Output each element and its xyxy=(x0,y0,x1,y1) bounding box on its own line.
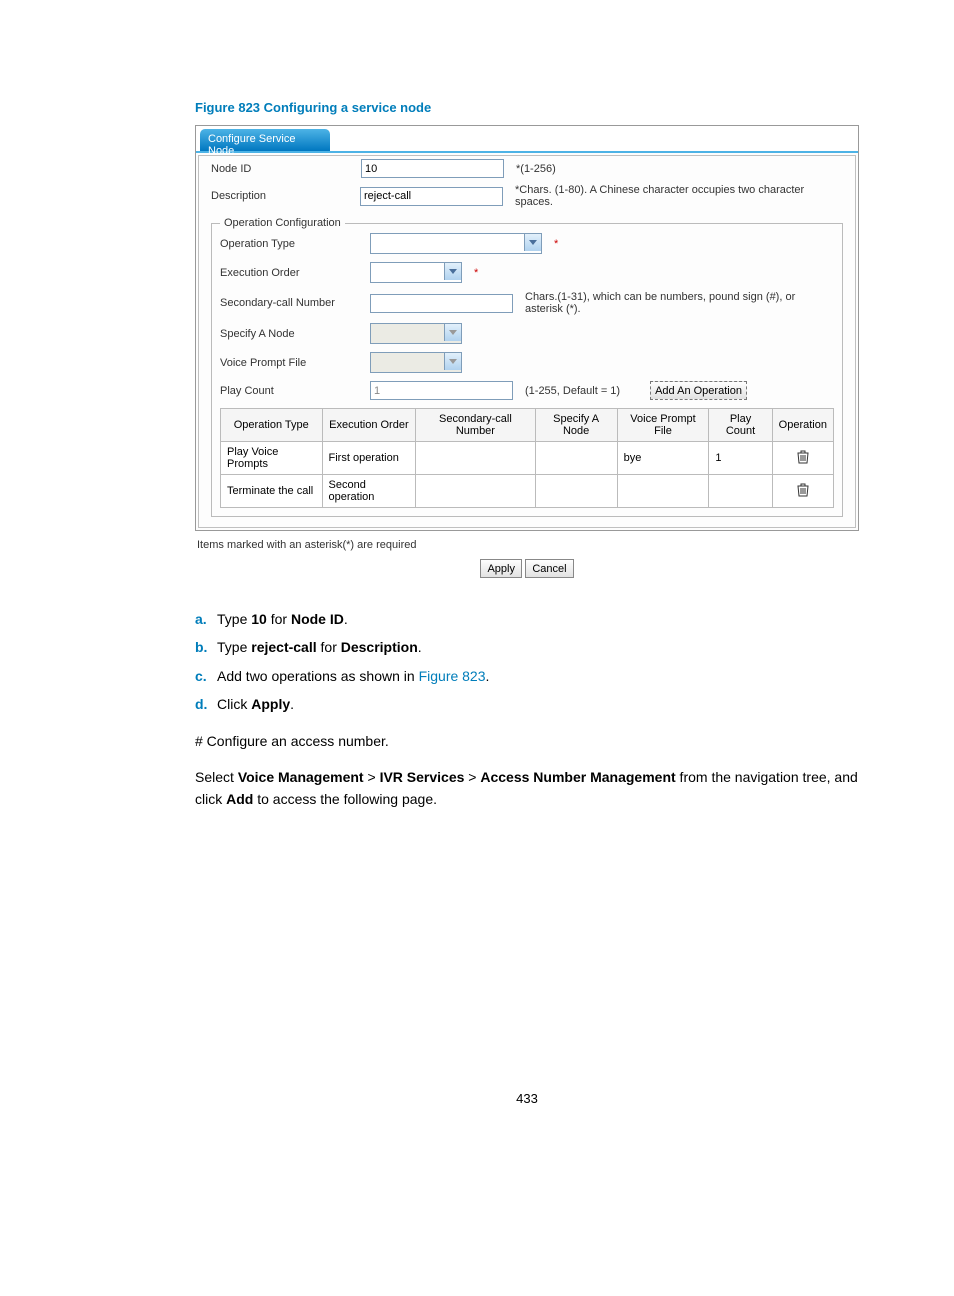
cancel-button[interactable]: Cancel xyxy=(525,559,573,578)
operation-type-label: Operation Type xyxy=(220,238,370,250)
step-d-enum: d. xyxy=(195,693,207,715)
secondary-call-label: Secondary-call Number xyxy=(220,297,370,309)
figure-link[interactable]: Figure 823 xyxy=(419,668,486,684)
execution-order-label: Execution Order xyxy=(220,267,370,279)
specify-node-label: Specify A Node xyxy=(220,328,370,340)
secondary-call-input[interactable] xyxy=(370,294,513,313)
node-id-hint: *(1-256) xyxy=(516,163,556,175)
cell-spec-node xyxy=(535,442,617,475)
secondary-call-hint: Chars.(1-31), which can be numbers, poun… xyxy=(525,291,805,315)
trash-icon[interactable] xyxy=(797,488,809,500)
screenshot-panel: Configure Service Node Node ID *(1-256) … xyxy=(195,125,859,531)
step-a: a. Type 10 for Node ID. xyxy=(217,608,859,630)
col-operation-type: Operation Type xyxy=(221,409,323,442)
col-secondary-call: Secondary-call Number xyxy=(416,409,535,442)
node-id-input[interactable] xyxy=(361,159,504,178)
step-c: c. Add two operations as shown in Figure… xyxy=(217,665,859,687)
cell-op-type: Play Voice Prompts xyxy=(221,442,323,475)
description-hint: *Chars. (1-80). A Chinese character occu… xyxy=(515,184,843,208)
operations-table: Operation Type Execution Order Secondary… xyxy=(220,408,834,508)
cell-vpf: bye xyxy=(617,442,709,475)
tab-configure-service-node[interactable]: Configure Service Node xyxy=(200,129,330,151)
operation-configuration-fieldset: Operation Configuration Operation Type *… xyxy=(211,217,843,517)
operation-type-select[interactable] xyxy=(370,233,542,254)
specify-node-select xyxy=(370,323,462,344)
step-a-enum: a. xyxy=(195,608,207,630)
description-input[interactable] xyxy=(360,187,503,206)
node-id-label: Node ID xyxy=(211,163,361,175)
form-area: Node ID *(1-256) Description *Chars. (1-… xyxy=(198,155,856,528)
col-play-count: Play Count xyxy=(709,409,772,442)
col-execution-order: Execution Order xyxy=(322,409,416,442)
step-c-enum: c. xyxy=(195,665,207,687)
play-count-input[interactable] xyxy=(370,381,513,400)
execution-order-select[interactable] xyxy=(370,262,462,283)
cell-exec-order: Second operation xyxy=(322,475,416,508)
cell-exec-order: First operation xyxy=(322,442,416,475)
col-voice-prompt: Voice Prompt File xyxy=(617,409,709,442)
cell-op-type: Terminate the call xyxy=(221,475,323,508)
table-row: Play Voice Prompts First operation bye 1 xyxy=(221,442,834,475)
required-star-icon: * xyxy=(474,267,478,279)
voice-prompt-select xyxy=(370,352,462,373)
step-b: b. Type reject-call for Description. xyxy=(217,636,859,658)
col-operation: Operation xyxy=(772,409,833,442)
cell-play-count: 1 xyxy=(709,442,772,475)
description-label: Description xyxy=(211,190,360,202)
table-row: Terminate the call Second operation xyxy=(221,475,834,508)
cell-sec-num xyxy=(416,475,535,508)
step-d: d. Click Apply. xyxy=(217,693,859,715)
chevron-down-icon xyxy=(444,263,461,280)
voice-prompt-label: Voice Prompt File xyxy=(220,357,370,369)
step-b-enum: b. xyxy=(195,636,207,658)
nav-instruction: Select Voice Management > IVR Services >… xyxy=(195,766,859,811)
chevron-down-icon xyxy=(444,324,461,341)
operation-configuration-legend: Operation Configuration xyxy=(220,217,345,229)
cell-play-count xyxy=(709,475,772,508)
trash-icon[interactable] xyxy=(797,455,809,467)
cell-spec-node xyxy=(535,475,617,508)
tab-bar: Configure Service Node xyxy=(196,126,858,151)
instructions: a. Type 10 for Node ID. b. Type reject-c… xyxy=(195,608,859,811)
apply-button[interactable]: Apply xyxy=(480,559,522,578)
figure-caption: Figure 823 Configuring a service node xyxy=(195,100,859,115)
page-number: 433 xyxy=(195,1091,859,1106)
hash-line: # Configure an access number. xyxy=(195,730,859,752)
chevron-down-icon xyxy=(524,234,541,251)
required-star-icon: * xyxy=(554,238,558,250)
add-an-operation-button[interactable]: Add An Operation xyxy=(650,381,747,400)
cell-vpf xyxy=(617,475,709,508)
chevron-down-icon xyxy=(444,353,461,370)
required-footer-note: Items marked with an asterisk(*) are req… xyxy=(197,539,859,551)
col-specify-node: Specify A Node xyxy=(535,409,617,442)
cell-sec-num xyxy=(416,442,535,475)
play-count-hint: (1-255, Default = 1) xyxy=(525,385,620,397)
play-count-label: Play Count xyxy=(220,385,370,397)
